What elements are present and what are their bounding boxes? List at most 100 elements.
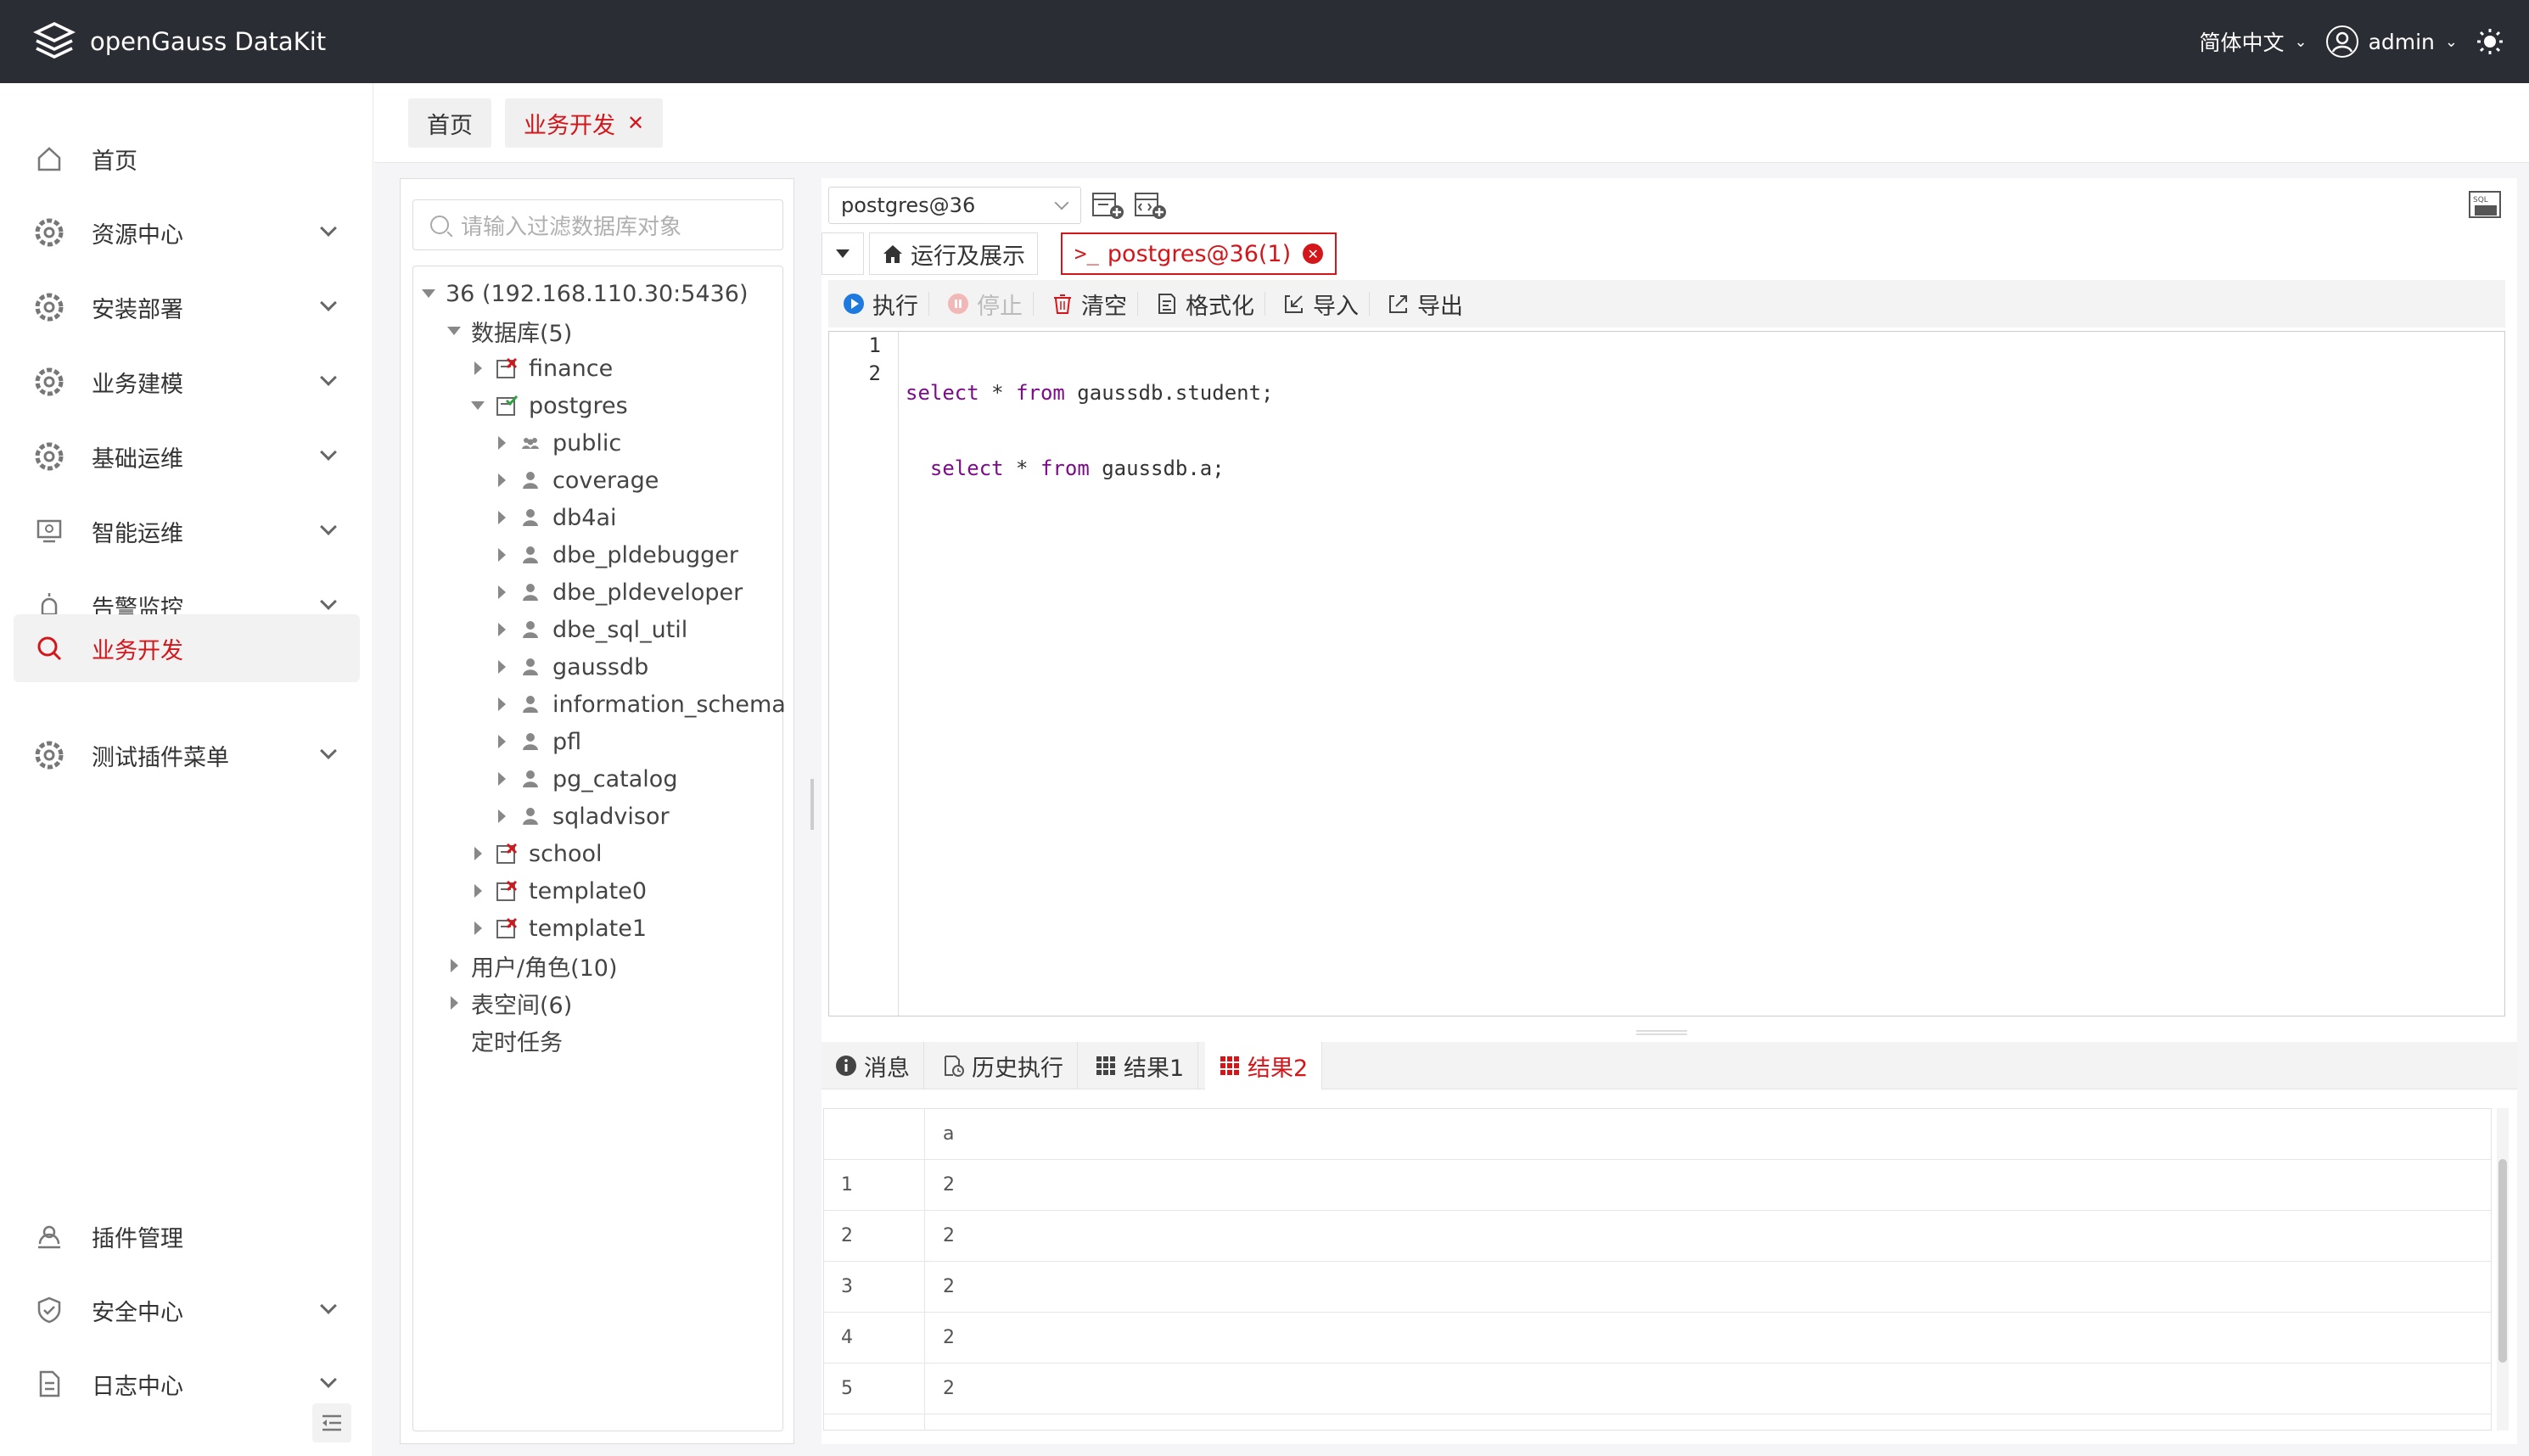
sql-file-icon[interactable]: SQL xyxy=(2468,190,2502,221)
editor-result-splitter[interactable] xyxy=(1636,1030,1687,1035)
sidebar-item-resource-center[interactable]: 资源中心 xyxy=(14,199,360,266)
cell-value[interactable]: 2 xyxy=(943,1313,955,1364)
connection-select[interactable]: postgres@36 xyxy=(828,187,1081,224)
cell-value[interactable]: 2 xyxy=(943,1262,955,1313)
caret-right-icon[interactable] xyxy=(474,884,482,898)
tree-node-schema[interactable]: gaussdb xyxy=(495,650,648,684)
page-tab-home[interactable]: 首页 xyxy=(408,98,491,148)
table-row[interactable]: 32 xyxy=(824,1262,2491,1313)
tree-node-database[interactable]: postgres xyxy=(471,389,628,423)
tab-run-and-display[interactable]: 运行及展示 xyxy=(869,232,1038,275)
new-code-window-icon[interactable] xyxy=(1134,190,1168,221)
new-query-window-icon[interactable] xyxy=(1091,190,1125,221)
execute-button[interactable]: 执行 xyxy=(842,288,918,321)
tree-node-schema[interactable]: dbe_pldeveloper xyxy=(495,575,743,609)
tree-node-schema[interactable]: pg_catalog xyxy=(495,762,677,796)
caret-right-icon[interactable] xyxy=(498,735,506,748)
stop-button[interactable]: 停止 xyxy=(946,288,1023,321)
import-button[interactable]: 导入 xyxy=(1282,288,1359,321)
sidebar-item-install-deploy[interactable]: 安装部署 xyxy=(14,274,360,340)
tree-node-tablespaces[interactable]: 表空间(6) xyxy=(447,986,572,1020)
caret-right-icon[interactable] xyxy=(498,585,506,599)
close-circle-icon[interactable]: ✕ xyxy=(1303,244,1324,264)
tree-node-schema[interactable]: information_schema xyxy=(495,687,786,721)
tree-node-database[interactable]: template0 xyxy=(471,874,647,908)
sidebar-item-intelligent-ops[interactable]: 智能运维 xyxy=(14,498,360,564)
format-button[interactable]: 格式化 xyxy=(1155,288,1254,321)
tree-node-users-roles[interactable]: 用户/角色(10) xyxy=(447,949,618,983)
caret-right-icon[interactable] xyxy=(498,623,506,636)
code-text: * xyxy=(1003,456,1040,480)
tree-node-connection[interactable]: 36 (192.168.110.30:5436) xyxy=(422,277,749,311)
language-selector[interactable]: 简体中文 ⌄ xyxy=(2199,26,2307,57)
caret-right-icon[interactable] xyxy=(498,548,506,562)
tab-history[interactable]: 历史执行 xyxy=(929,1042,1078,1089)
table-row[interactable]: 42 xyxy=(824,1313,2491,1364)
caret-right-icon[interactable] xyxy=(474,361,482,375)
tree-node-schema[interactable]: sqladvisor xyxy=(495,799,670,833)
cell-value[interactable]: 2 xyxy=(943,1160,955,1211)
sidebar-item-test-plugin-menu[interactable]: 测试插件菜单 xyxy=(14,722,360,788)
caret-right-icon[interactable] xyxy=(451,996,458,1010)
sidebar-item-business-dev[interactable]: 业务开发 xyxy=(14,614,360,682)
format-icon xyxy=(1155,292,1179,316)
caret-right-icon[interactable] xyxy=(498,809,506,823)
sidebar-item-business-modeling[interactable]: 业务建模 xyxy=(14,349,360,415)
tab-result-2[interactable]: 结果2 xyxy=(1205,1042,1323,1089)
caret-right-icon[interactable] xyxy=(498,697,506,711)
sidebar-item-log-center[interactable]: 日志中心 xyxy=(14,1351,360,1417)
column-header[interactable]: a xyxy=(943,1109,954,1160)
caret-right-icon[interactable] xyxy=(498,473,506,487)
clear-button[interactable]: 清空 xyxy=(1051,288,1127,321)
table-row[interactable]: 52 xyxy=(824,1364,2491,1414)
sidebar-item-label: 安装部署 xyxy=(92,296,183,323)
sidebar-item-plugin-management[interactable]: 插件管理 xyxy=(14,1203,360,1269)
tab-messages[interactable]: 消息 xyxy=(822,1042,924,1089)
tree-node-databases[interactable]: 数据库(5) xyxy=(447,314,572,348)
sidebar-item-basic-ops[interactable]: 基础运维 xyxy=(14,423,360,490)
scrollbar-thumb[interactable] xyxy=(2498,1159,2507,1363)
export-button[interactable]: 导出 xyxy=(1387,288,1463,321)
cell-value[interactable]: 2 xyxy=(943,1364,955,1414)
tree-node-database[interactable]: finance xyxy=(471,351,613,385)
caret-right-icon[interactable] xyxy=(498,436,506,450)
caret-right-icon[interactable] xyxy=(451,959,458,972)
table-row[interactable]: 22 xyxy=(824,1211,2491,1262)
sidebar-item-home[interactable]: 首页 xyxy=(14,126,360,192)
caret-right-icon[interactable] xyxy=(498,660,506,674)
caret-down-icon[interactable] xyxy=(447,327,461,335)
code-content[interactable]: select * from gaussdb.student; select * … xyxy=(906,332,1274,530)
tab-list-dropdown[interactable] xyxy=(822,232,864,275)
app-logo-icon[interactable] xyxy=(32,20,76,64)
close-icon[interactable]: ✕ xyxy=(627,111,644,135)
tree-node-scheduled-jobs[interactable]: 定时任务 xyxy=(471,1023,563,1057)
tree-node-schema[interactable]: db4ai xyxy=(495,501,617,535)
theme-toggle-sun-icon[interactable] xyxy=(2476,28,2504,55)
sidebar-collapse-icon[interactable] xyxy=(312,1403,351,1442)
tab-result-1[interactable]: 结果1 xyxy=(1081,1042,1199,1089)
caret-right-icon[interactable] xyxy=(498,511,506,524)
caret-down-icon[interactable] xyxy=(422,289,435,298)
sidebar-item-security-center[interactable]: 安全中心 xyxy=(14,1277,360,1343)
tree-filter-input[interactable]: 请输入过滤数据库对象 xyxy=(412,199,783,250)
user-menu[interactable]: admin ⌄ xyxy=(2325,25,2458,58)
cell-value[interactable]: 2 xyxy=(943,1211,955,1262)
tree-node-schema[interactable]: coverage xyxy=(495,463,659,497)
panel-splitter-handle[interactable] xyxy=(810,779,814,830)
result-scrollbar[interactable] xyxy=(2497,1108,2509,1431)
tree-node-schema[interactable]: dbe_sql_util xyxy=(495,613,687,647)
caret-right-icon[interactable] xyxy=(474,847,482,860)
caret-right-icon[interactable] xyxy=(474,921,482,935)
tree-node-database[interactable]: template1 xyxy=(471,911,647,945)
tree-node-schema[interactable]: public xyxy=(495,426,621,460)
tree-node-schema[interactable]: pfl xyxy=(495,725,581,759)
button-label: 格式化 xyxy=(1186,293,1254,320)
caret-down-icon[interactable] xyxy=(471,401,485,410)
tab-session[interactable]: >_ postgres@36(1) ✕ xyxy=(1061,232,1337,275)
tree-node-schema[interactable]: dbe_pldebugger xyxy=(495,538,738,572)
tree-node-database[interactable]: school xyxy=(471,837,603,871)
caret-right-icon[interactable] xyxy=(498,772,506,786)
sql-code-editor[interactable]: 1 2 select * from gaussdb.student; selec… xyxy=(828,331,2505,1016)
table-row[interactable]: 12 xyxy=(824,1160,2491,1211)
page-tab-business-dev[interactable]: 业务开发 ✕ xyxy=(505,98,664,148)
